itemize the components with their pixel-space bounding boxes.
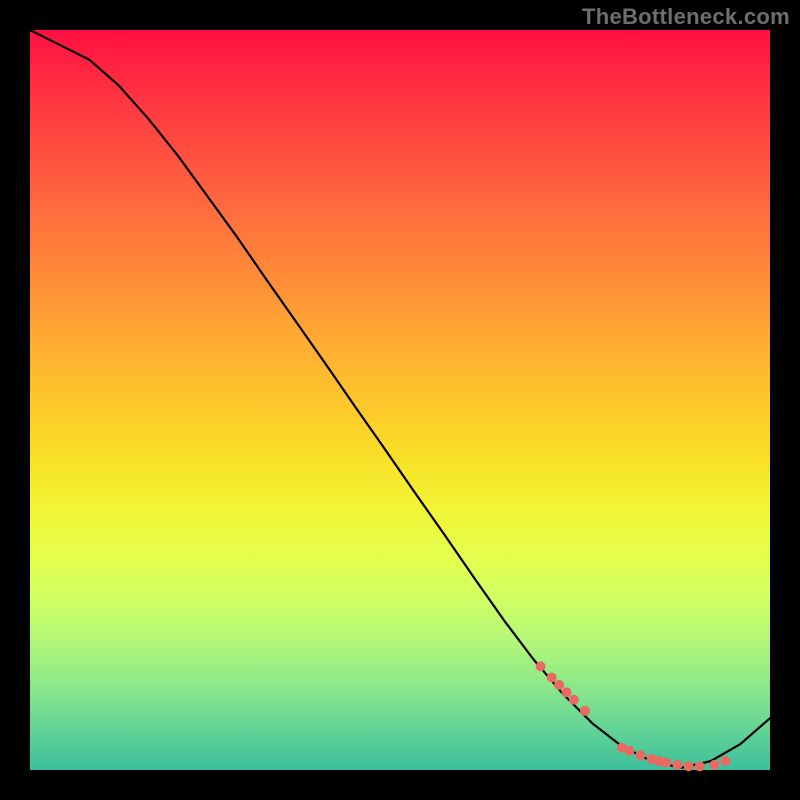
scatter-point bbox=[624, 746, 634, 756]
scatter-group bbox=[536, 661, 731, 771]
scatter-point bbox=[684, 761, 694, 771]
scatter-point bbox=[636, 750, 646, 760]
bottleneck-curve bbox=[30, 30, 770, 768]
scatter-point bbox=[547, 673, 557, 683]
scatter-point bbox=[673, 760, 683, 770]
chart-stage: TheBottleneck.com bbox=[0, 0, 800, 800]
scatter-point bbox=[569, 695, 579, 705]
scatter-point bbox=[710, 760, 720, 770]
scatter-point bbox=[536, 661, 546, 671]
scatter-point bbox=[554, 680, 564, 690]
scatter-point bbox=[661, 758, 671, 768]
scatter-point bbox=[695, 761, 705, 771]
scatter-point bbox=[562, 687, 572, 697]
scatter-point bbox=[580, 706, 590, 716]
scatter-point bbox=[721, 756, 731, 766]
chart-overlay-svg bbox=[30, 30, 770, 770]
watermark-text: TheBottleneck.com bbox=[582, 4, 790, 30]
